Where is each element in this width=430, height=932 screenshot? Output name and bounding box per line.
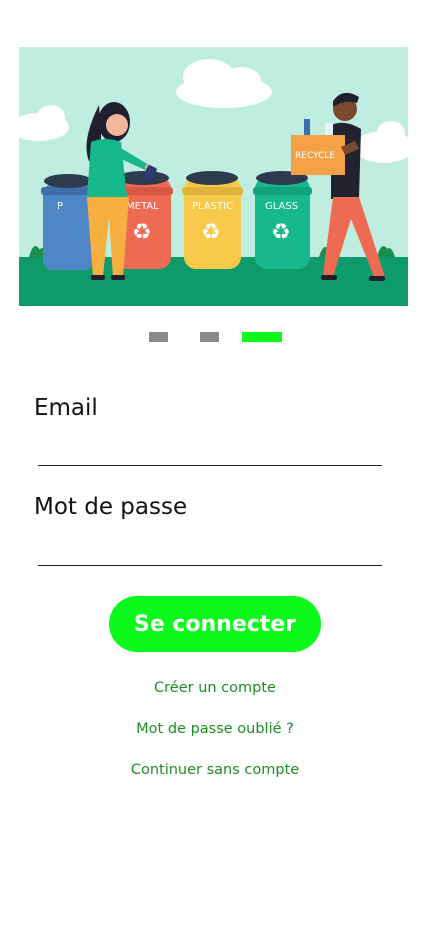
create-account-link[interactable]: Créer un compte bbox=[0, 680, 430, 696]
login-screen: P METAL ♻ PLASTIC ♻ GLASS ♻ RECYCLE Emai… bbox=[0, 0, 430, 932]
svg-text:METAL: METAL bbox=[126, 201, 159, 212]
forgot-password-link[interactable]: Mot de passe oublié ? bbox=[0, 721, 430, 737]
email-field[interactable] bbox=[38, 437, 382, 466]
glass-bin: GLASS ♻ bbox=[253, 171, 312, 269]
box-label: RECYCLE bbox=[295, 151, 335, 161]
hero-illustration: P METAL ♻ PLASTIC ♻ GLASS ♻ RECYCLE bbox=[19, 47, 408, 306]
svg-text:PLASTIC: PLASTIC bbox=[192, 201, 233, 212]
bin-label-p: P bbox=[57, 201, 63, 212]
svg-text:♻: ♻ bbox=[132, 220, 152, 245]
carousel-dot-2[interactable] bbox=[200, 332, 219, 342]
svg-text:GLASS: GLASS bbox=[265, 201, 298, 212]
login-button[interactable]: Se connecter bbox=[109, 596, 321, 652]
continue-without-account-link[interactable]: Continuer sans compte bbox=[0, 762, 430, 778]
svg-text:♻: ♻ bbox=[201, 220, 221, 245]
password-field[interactable] bbox=[38, 537, 382, 566]
svg-text:♻: ♻ bbox=[271, 220, 291, 245]
carousel-dot-1[interactable] bbox=[149, 332, 168, 342]
email-label: Email bbox=[34, 395, 98, 421]
recycling-illustration: P METAL ♻ PLASTIC ♻ GLASS ♻ RECYCLE bbox=[19, 47, 408, 306]
carousel-dot-3-active[interactable] bbox=[242, 332, 282, 342]
plastic-bin: PLASTIC ♻ bbox=[182, 171, 243, 269]
blue-bin: P bbox=[41, 174, 95, 270]
carousel-indicator bbox=[0, 332, 430, 343]
password-label: Mot de passe bbox=[34, 494, 188, 520]
